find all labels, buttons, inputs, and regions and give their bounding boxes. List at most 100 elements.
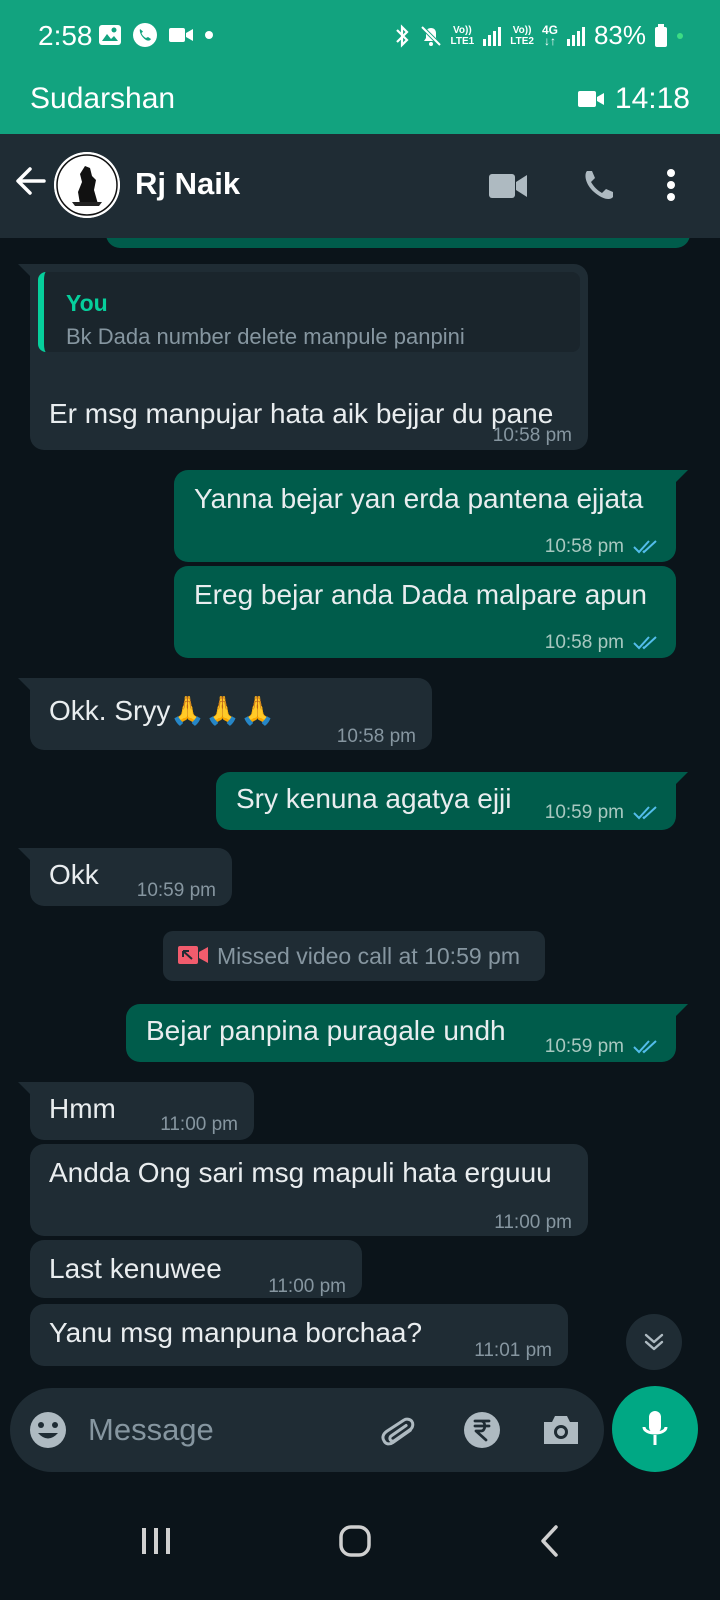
bluetooth-icon	[395, 23, 409, 48]
image-notification-icon	[99, 25, 121, 45]
battery-percent: 83%	[593, 20, 646, 50]
message-outgoing[interactable]: Sry kenuna agatya ejji 10:59 pm	[216, 772, 688, 830]
message-text: Bejar panpina puragale undh	[146, 1015, 506, 1046]
sim2-indicator: Vo)) LTE2	[510, 24, 534, 47]
paperclip-icon[interactable]	[376, 1410, 418, 1452]
message-input[interactable]	[88, 1408, 368, 1452]
quoted-message[interactable]: You Bk Dada number delete manpule panpin…	[38, 272, 580, 352]
voice-message-button[interactable]	[612, 1386, 698, 1472]
message-incoming[interactable]: Andda Ong sari msg mapuli hata erguuu 11…	[30, 1144, 588, 1236]
message-incoming[interactable]: Okk. Sryy🙏🙏🙏 10:58 pm	[18, 678, 432, 750]
ongoing-call-banner[interactable]: Sudarshan 14:18	[0, 72, 720, 134]
missed-video-call-notice[interactable]: Missed video call at 10:59 pm	[163, 931, 545, 981]
message-incoming[interactable]: Okk 10:59 pm	[18, 848, 232, 908]
camera-icon[interactable]	[540, 1410, 582, 1450]
recents-icon[interactable]	[140, 1526, 172, 1556]
message-text: Sry kenuna agatya ejji	[236, 783, 512, 814]
system-navigation-bar	[0, 1488, 720, 1600]
message-incoming[interactable]: Yanu msg manpuna borchaa? 11:01 pm	[30, 1304, 568, 1366]
message-meta: 10:58 pm	[493, 419, 572, 453]
quote-text: Bk Dada number delete manpule panpini	[66, 324, 465, 349]
message-time: 11:01 pm	[474, 1340, 552, 1361]
video-notification-icon	[169, 28, 193, 42]
message-text: Okk	[49, 859, 99, 890]
message-time: 10:58 pm	[492, 425, 572, 446]
chat-header: Rj Naik	[0, 134, 720, 238]
avatar-image	[54, 152, 120, 218]
message-meta: 11:00 pm	[160, 1108, 238, 1142]
phone-icon[interactable]	[580, 168, 616, 204]
message-meta: 10:58 pm	[337, 720, 416, 754]
more-vert-icon[interactable]	[666, 168, 676, 202]
contact-name[interactable]: Rj Naik	[135, 166, 240, 202]
message-meta: 10:59 pm	[545, 796, 660, 830]
previous-message-partial	[106, 238, 690, 248]
read-ticks-icon	[633, 540, 657, 554]
message-meta: 10:59 pm	[545, 1030, 660, 1064]
read-ticks-icon	[633, 1040, 657, 1054]
signal-bars-icon	[483, 26, 502, 46]
message-text: Yanu msg manpuna borchaa?	[49, 1317, 423, 1348]
rupee-icon[interactable]	[462, 1410, 502, 1450]
message-incoming[interactable]: Hmm 11:00 pm	[18, 1082, 254, 1142]
video-call-icon	[577, 91, 604, 107]
notification-icons	[98, 22, 214, 48]
scroll-to-bottom-button[interactable]	[626, 1314, 682, 1370]
message-text: Hmm	[49, 1093, 116, 1124]
back-nav-icon[interactable]	[538, 1524, 562, 1558]
emoji-icon[interactable]	[28, 1410, 68, 1450]
arrow-left-icon[interactable]	[14, 164, 48, 198]
message-outgoing[interactable]: Bejar panpina puragale undh 10:59 pm	[126, 1004, 688, 1064]
missed-call-text: Missed video call at 10:59 pm	[217, 943, 520, 969]
home-icon[interactable]	[338, 1524, 372, 1558]
status-bar: 2:58 Vo)) LTE1 Vo)) LTE2 4G ↓↑ 83%	[0, 0, 720, 72]
message-time: 11:00 pm	[268, 1276, 346, 1297]
status-time: 2:58	[38, 20, 93, 51]
message-meta: 10:58 pm	[545, 626, 660, 660]
message-text: Er msg manpujar hata aik bejjar du pane	[49, 398, 554, 429]
message-meta: 10:58 pm	[545, 530, 660, 564]
message-time: 11:00 pm	[494, 1212, 572, 1233]
whatsapp-notification-icon	[133, 23, 157, 47]
missed-video-call-icon	[178, 946, 208, 964]
battery-icon	[655, 23, 667, 47]
network-type: 4G ↓↑	[541, 22, 558, 48]
message-time: 10:58 pm	[336, 726, 416, 747]
message-meta: 11:00 pm	[268, 1270, 346, 1304]
message-time: 11:00 pm	[160, 1114, 238, 1135]
message-outgoing[interactable]: Yanna bejar yan erda pantena ejjata 10:5…	[174, 470, 688, 564]
call-timer: 14:18	[577, 82, 690, 116]
avatar[interactable]	[54, 152, 120, 218]
message-text: Last kenuwee	[49, 1253, 222, 1284]
chat-area[interactable]: You Bk Dada number delete manpule panpin…	[0, 238, 720, 1388]
read-ticks-icon	[633, 806, 657, 820]
charging-dot-icon	[677, 32, 683, 39]
message-time: 10:58 pm	[544, 632, 624, 653]
signal-bars-icon-2	[566, 26, 585, 46]
message-time: 10:59 pm	[544, 802, 624, 823]
message-text: Ereg bejar anda Dada malpare apun	[194, 579, 647, 610]
message-incoming[interactable]: Last kenuwee 11:00 pm	[30, 1240, 362, 1298]
read-ticks-icon	[633, 636, 657, 650]
quote-author: You	[66, 290, 108, 316]
message-time: 10:59 pm	[136, 880, 216, 901]
message-text: Andda Ong sari msg mapuli hata erguuu	[49, 1157, 552, 1188]
call-duration: 14:18	[614, 82, 690, 115]
message-meta: 11:01 pm	[474, 1334, 552, 1368]
video-camera-icon[interactable]	[488, 172, 528, 200]
message-composer	[10, 1388, 604, 1472]
message-time: 10:59 pm	[544, 1036, 624, 1057]
message-outgoing[interactable]: Ereg bejar anda Dada malpare apun 10:58 …	[174, 566, 676, 658]
sim1-indicator: Vo)) LTE1	[450, 24, 475, 47]
double-chevron-down-icon	[644, 1333, 664, 1351]
message-text: Yanna bejar yan erda pantena ejjata	[194, 483, 644, 514]
message-meta: 11:00 pm	[494, 1206, 572, 1240]
message-time: 10:58 pm	[544, 536, 624, 557]
call-participant-name: Sudarshan	[30, 82, 176, 115]
dot-icon	[205, 31, 213, 39]
message-meta: 10:59 pm	[137, 874, 216, 908]
message-text: Okk. Sryy🙏🙏🙏	[49, 695, 275, 726]
message-incoming[interactable]: You Bk Dada number delete manpule panpin…	[18, 264, 588, 453]
mute-icon	[420, 25, 441, 46]
status-right: Vo)) LTE1 Vo)) LTE2 4G ↓↑ 83%	[393, 20, 685, 51]
